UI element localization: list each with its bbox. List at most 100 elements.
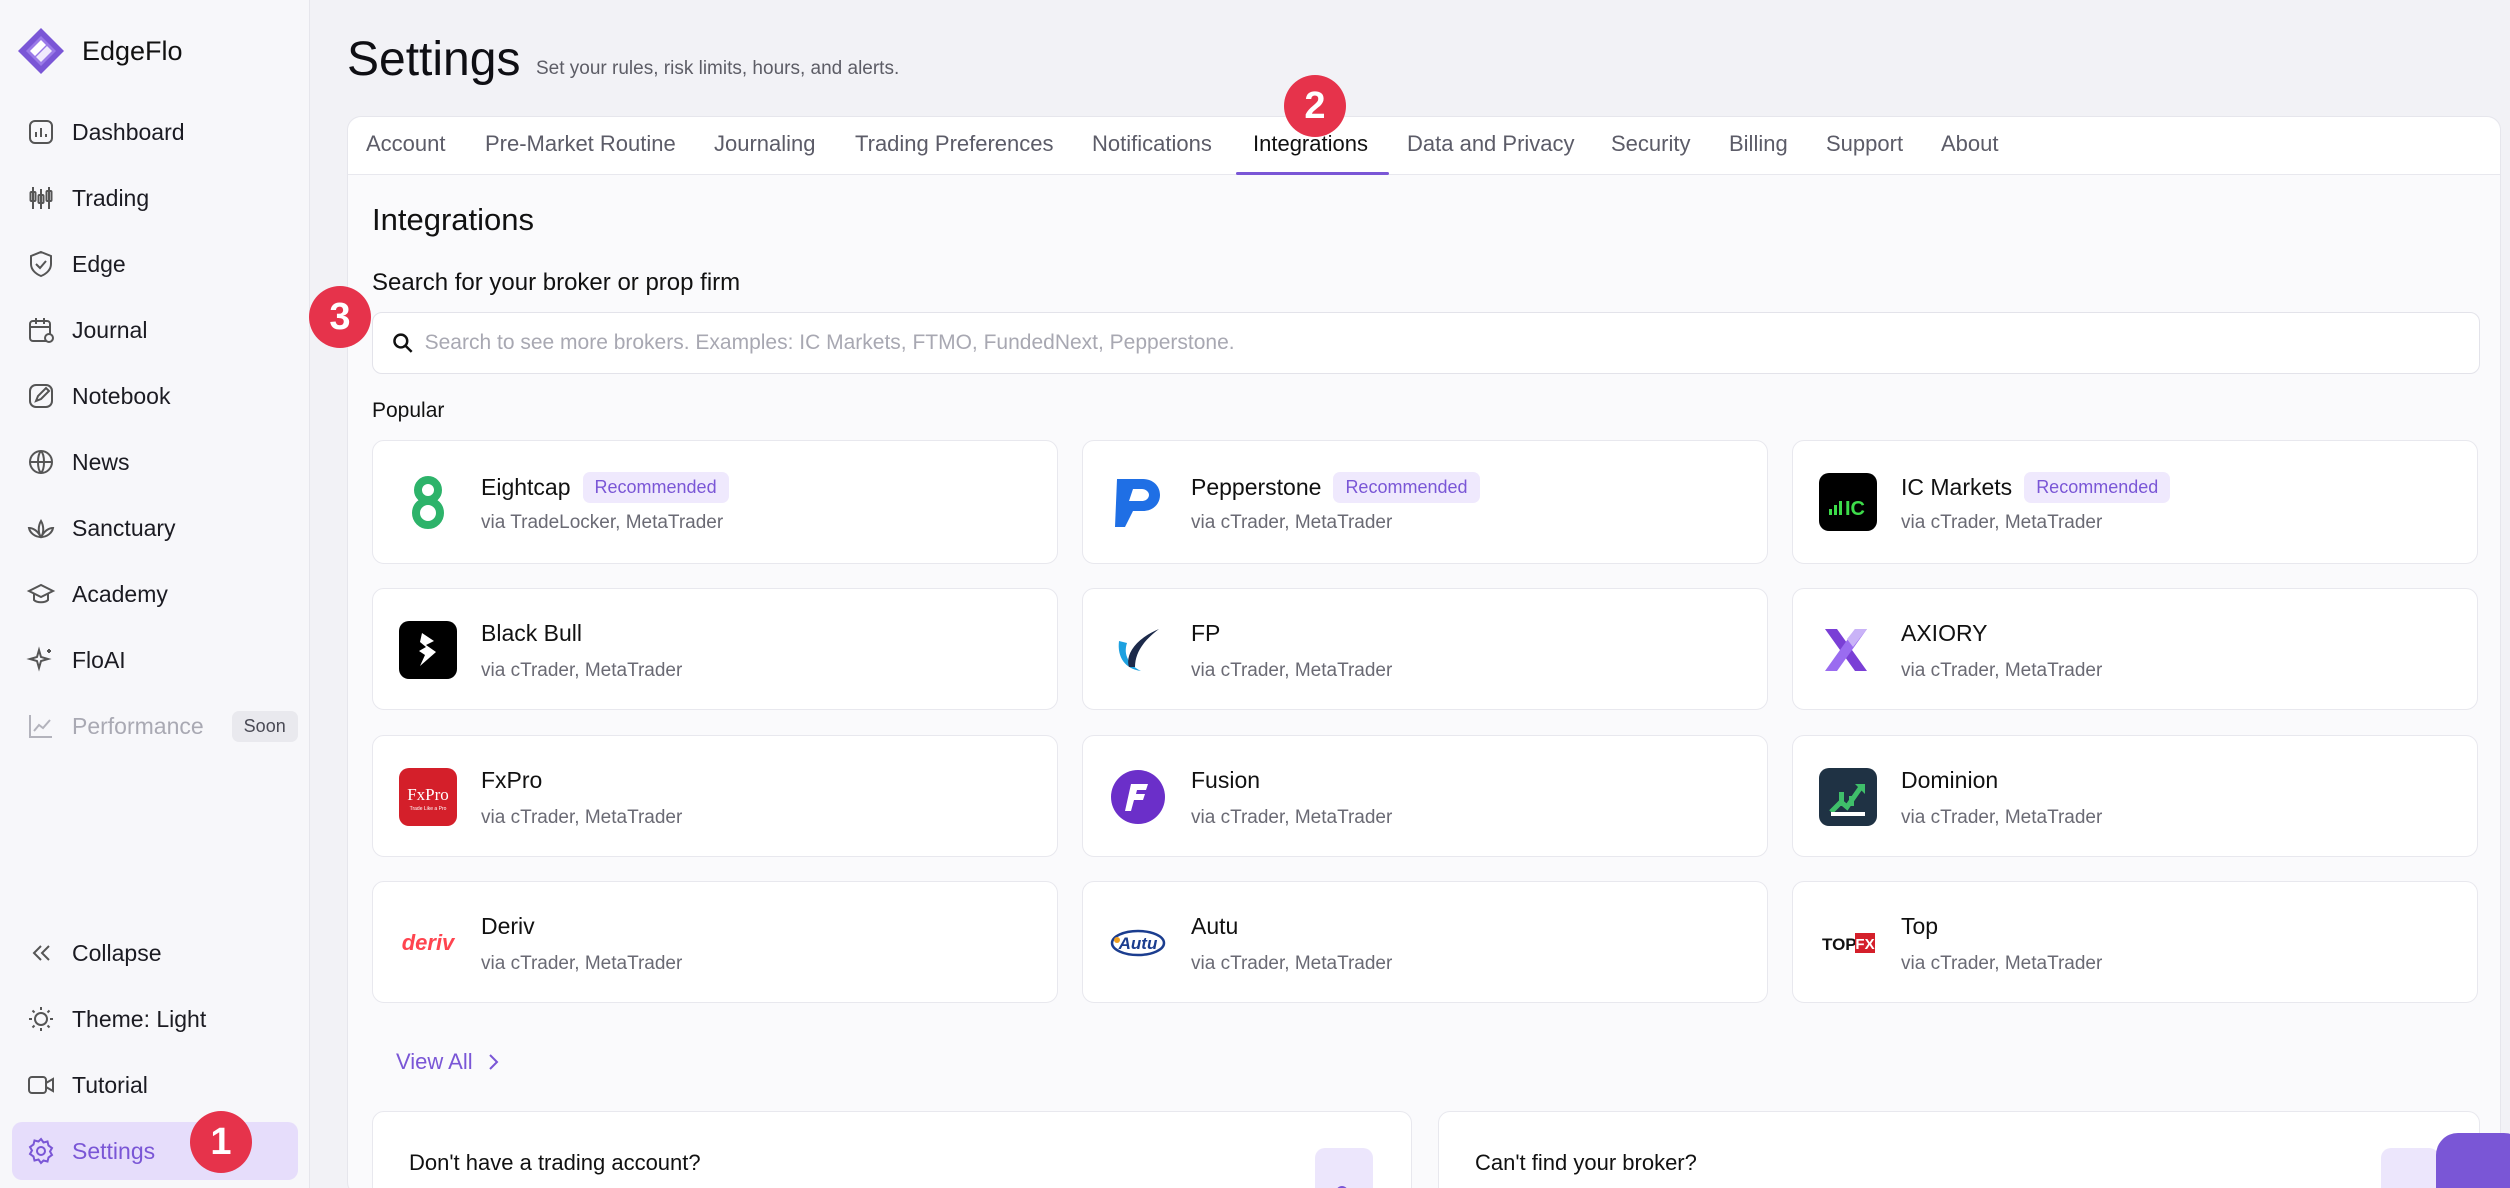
- sidebar-nav: Dashboard Trading Edge Journal Notebook …: [12, 103, 298, 763]
- broker-card-fusion[interactable]: Fusion via cTrader, MetaTrader: [1082, 735, 1768, 857]
- broker-name: Black Bull: [481, 620, 582, 646]
- brand[interactable]: EdgeFlo: [16, 26, 183, 76]
- tab-pre-market-routine[interactable]: Pre-Market Routine: [485, 131, 676, 157]
- sidebar-item-sanctuary[interactable]: Sanctuary: [12, 499, 298, 557]
- active-tab-indicator: [1236, 172, 1389, 175]
- view-all-link[interactable]: View All: [396, 1049, 501, 1075]
- sidebar-item-academy[interactable]: Academy: [12, 565, 298, 623]
- sparkle-icon: [26, 646, 52, 672]
- sidebar-item-label: Sanctuary: [72, 514, 176, 541]
- ic-logo-text: IC: [1845, 498, 1865, 520]
- broker-name: Dominion: [1901, 767, 1999, 793]
- candlestick-icon: [29, 187, 53, 209]
- broker-card-fxpro[interactable]: FxPro Trade Like a Pro FxPro via cTrader,…: [372, 735, 1058, 857]
- fusion-logo-icon: [1109, 768, 1167, 826]
- broker-name: IC Markets: [1901, 474, 2013, 500]
- sidebar-item-label: Notebook: [72, 382, 171, 409]
- cant-find-broker-title: Can't find your broker?: [1475, 1150, 1697, 1175]
- ic-markets-logo-icon: IC: [1819, 473, 1877, 531]
- globe-icon: [29, 450, 53, 474]
- recommended-badge: Recommended: [582, 472, 729, 503]
- dominion-logo-icon: [1819, 768, 1877, 826]
- sidebar-item-label: Collapse: [72, 939, 162, 966]
- broker-search-input[interactable]: [424, 331, 2479, 355]
- gear-icon: [28, 1137, 54, 1165]
- sidebar-item-label: Performance: [72, 712, 204, 739]
- sidebar-item-trading[interactable]: Trading: [12, 169, 298, 227]
- edgeflo-logo-icon: [18, 28, 64, 74]
- no-trading-account-title: Don't have a trading account?: [409, 1150, 701, 1175]
- no-trading-account-card[interactable]: Don't have a trading account?: [372, 1111, 1412, 1188]
- add-user-button[interactable]: [1315, 1148, 1373, 1188]
- chat-widget-button[interactable]: [2436, 1133, 2510, 1188]
- deriv-logo-text: deriv: [402, 930, 456, 955]
- broker-name: Fusion: [1191, 767, 1261, 793]
- theme-toggle[interactable]: Theme: Light: [12, 990, 298, 1048]
- broker-via: via cTrader, MetaTrader: [1901, 807, 2103, 828]
- sidebar-item-floai[interactable]: FloAI: [12, 631, 298, 689]
- sidebar-item-label: Trading: [72, 184, 150, 211]
- broker-card-autu[interactable]: Autu Autu via cTrader, MetaTrader: [1082, 881, 1768, 1003]
- shield-check-icon: [30, 250, 52, 278]
- broker-card-eightcap[interactable]: Eightcap Recommended via TradeLocker, Met…: [372, 440, 1058, 564]
- broker-search-box[interactable]: [372, 312, 2480, 374]
- broker-card-ic-markets[interactable]: IC IC Markets Recommended via cTrader, Me…: [1792, 440, 2478, 564]
- search-label: Search for your broker or prop firm: [372, 269, 741, 296]
- tab-trading-preferences[interactable]: Trading Preferences: [855, 131, 1054, 157]
- search-icon: [2397, 1184, 2423, 1188]
- autu-logo-text: Autu: [1118, 934, 1158, 953]
- broker-via: via TradeLocker, MetaTrader: [481, 512, 724, 533]
- broker-via: via cTrader, MetaTrader: [1901, 512, 2103, 533]
- collapse-button[interactable]: Collapse: [12, 924, 298, 982]
- sidebar-item-tutorial[interactable]: Tutorial: [12, 1056, 298, 1114]
- broker-card-dominion[interactable]: Dominion via cTrader, MetaTrader: [1792, 735, 2478, 857]
- broker-via: via cTrader, MetaTrader: [1191, 512, 1393, 533]
- search-broker-button[interactable]: [2381, 1148, 2439, 1188]
- broker-card-axiory[interactable]: AXIORY via cTrader, MetaTrader: [1792, 588, 2478, 710]
- broker-name: FxPro: [481, 767, 543, 793]
- tab-data-and-privacy[interactable]: Data and Privacy: [1407, 131, 1575, 157]
- sidebar-item-notebook[interactable]: Notebook: [12, 367, 298, 425]
- fxpro-logo-text: FxPro: [407, 785, 449, 804]
- topfx-logo-top-text: TOP: [1822, 935, 1857, 954]
- sidebar-item-dashboard[interactable]: Dashboard: [12, 103, 298, 161]
- cant-find-broker-card[interactable]: Can't find your broker?: [1438, 1111, 2480, 1188]
- calendar-icon: [29, 318, 54, 343]
- tab-billing[interactable]: Billing: [1729, 131, 1788, 157]
- tab-account[interactable]: Account: [366, 131, 446, 157]
- tab-support[interactable]: Support: [1826, 131, 1903, 157]
- sidebar-item-journal[interactable]: Journal: [12, 301, 298, 359]
- fp-logo-icon: [1109, 621, 1167, 679]
- black-bull-logo-icon: [399, 621, 457, 679]
- brand-name: EdgeFlo: [82, 35, 183, 66]
- section-title: Integrations: [372, 202, 534, 237]
- tab-journaling[interactable]: Journaling: [714, 131, 816, 157]
- broker-via: via cTrader, MetaTrader: [481, 807, 683, 828]
- pepperstone-logo-icon: [1109, 473, 1167, 531]
- graduation-cap-icon: [26, 583, 56, 604]
- broker-via: via cTrader, MetaTrader: [1191, 953, 1393, 974]
- chevron-right-icon: [488, 1054, 499, 1070]
- broker-card-deriv[interactable]: deriv Deriv via cTrader, MetaTrader: [372, 881, 1058, 1003]
- broker-name: Eightcap: [481, 474, 571, 500]
- sidebar-item-edge[interactable]: Edge: [12, 235, 298, 293]
- tab-security[interactable]: Security: [1611, 131, 1690, 157]
- broker-name-row: IC Markets Recommended: [1901, 472, 2171, 503]
- broker-card-top[interactable]: TOP FX Top via cTrader, MetaTrader: [1792, 881, 2478, 1003]
- annotation-marker-1: 1: [190, 1111, 252, 1173]
- settings-tabs: Account Pre-Market Routine Journaling Tr…: [348, 117, 2500, 175]
- broker-card-fp[interactable]: FP via cTrader, MetaTrader: [1082, 588, 1768, 710]
- fxpro-logo-icon: FxPro Trade Like a Pro: [399, 768, 457, 826]
- user-icon: [1337, 1186, 1347, 1188]
- tab-notifications[interactable]: Notifications: [1092, 131, 1212, 157]
- broker-name: Pepperstone: [1191, 474, 1322, 500]
- sidebar-item-news[interactable]: News: [12, 433, 298, 491]
- video-icon: [28, 1076, 54, 1094]
- broker-card-pepperstone[interactable]: Pepperstone Recommended via cTrader, Meta…: [1082, 440, 1768, 564]
- topfx-logo-icon: TOP FX: [1819, 914, 1877, 972]
- sidebar-item-settings[interactable]: Settings: [12, 1122, 298, 1180]
- page-subtitle: Set your rules, risk limits, hours, and …: [536, 58, 900, 79]
- fxpro-logo-tagline: Trade Like a Pro: [410, 806, 447, 812]
- broker-card-black-bull[interactable]: Black Bull via cTrader, MetaTrader: [372, 588, 1058, 710]
- tab-about[interactable]: About: [1941, 131, 1999, 157]
